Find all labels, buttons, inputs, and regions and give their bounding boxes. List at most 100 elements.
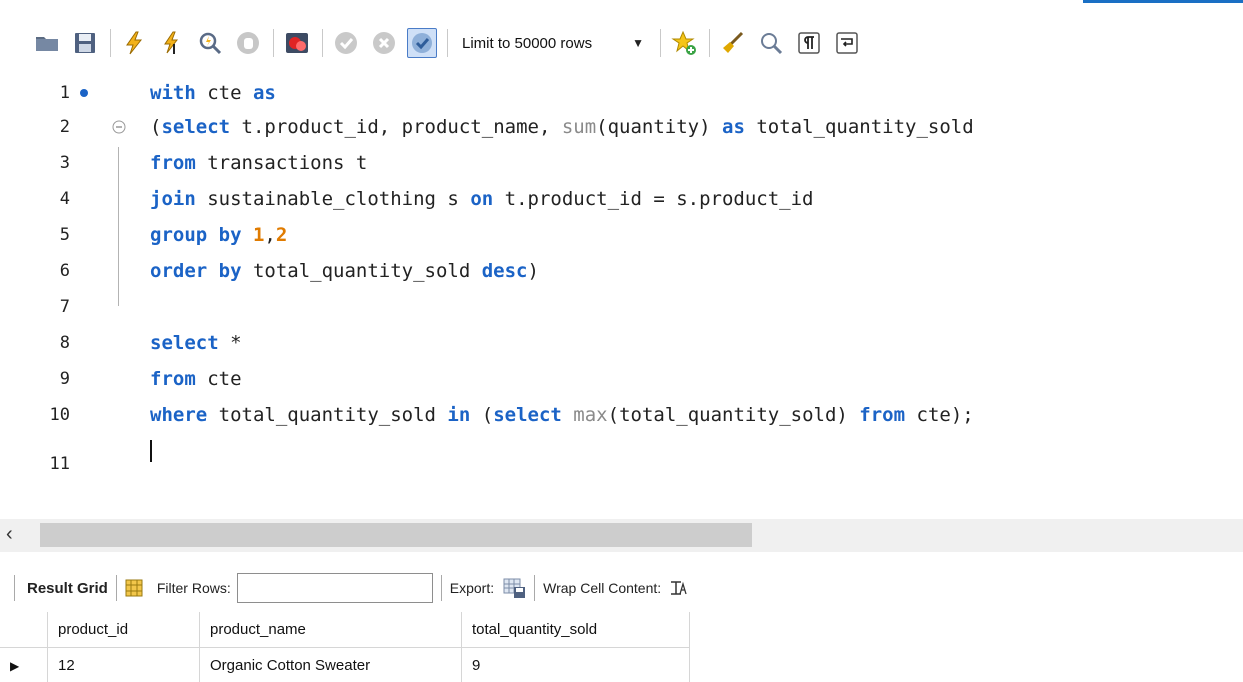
code-line-6: order by total_quantity_sold desc) bbox=[150, 260, 539, 282]
row-pointer: ▶ bbox=[0, 648, 48, 682]
line-number: 1 bbox=[59, 83, 70, 103]
window-top bbox=[0, 0, 1243, 14]
fold-collapse-icon[interactable] bbox=[112, 120, 126, 134]
filter-rows-input[interactable] bbox=[236, 573, 433, 603]
stop-on-error-icon bbox=[286, 33, 308, 53]
table-cell[interactable]: 12 bbox=[48, 648, 200, 682]
chevron-down-icon: ▼ bbox=[632, 36, 644, 50]
code-line-9: from cte bbox=[150, 368, 242, 390]
magnifier-lightning-icon bbox=[199, 32, 222, 55]
sql-editor[interactable]: 1 with cte as 2 (select t.product_id, pr… bbox=[0, 76, 1243, 512]
check-circle-icon bbox=[335, 32, 357, 54]
result-separator bbox=[534, 575, 536, 601]
code-line-10: where total_quantity_sold in (select max… bbox=[150, 404, 974, 426]
code-line-4: join sustainable_clothing s on t.product… bbox=[150, 188, 814, 210]
editor-line: 11 bbox=[0, 434, 1243, 474]
add-snippet-button[interactable] bbox=[669, 28, 699, 58]
line-number: 3 bbox=[59, 153, 70, 173]
export-icon[interactable] bbox=[502, 576, 526, 600]
statement-marker-icon bbox=[80, 89, 88, 97]
line-number: 5 bbox=[59, 225, 70, 245]
result-separator bbox=[14, 575, 15, 601]
row-pointer-icon: ▶ bbox=[10, 658, 20, 673]
stop-button[interactable] bbox=[233, 28, 263, 58]
beautify-button[interactable] bbox=[718, 28, 748, 58]
result-grid: product_id product_name total_quantity_s… bbox=[0, 612, 700, 682]
result-grid-tab[interactable]: Result Grid bbox=[27, 580, 108, 597]
editor-line: 10 where total_quantity_sold in (select … bbox=[0, 398, 1243, 432]
column-header[interactable]: product_name bbox=[200, 612, 462, 648]
filter-rows-label: Filter Rows: bbox=[156, 580, 231, 596]
rollback-button[interactable] bbox=[369, 28, 399, 58]
row-header-corner bbox=[0, 612, 48, 648]
code-line-2: (select t.product_id, product_name, sum(… bbox=[150, 116, 974, 138]
code-line-8: select * bbox=[150, 332, 242, 354]
active-tab-accent bbox=[1083, 0, 1243, 3]
explain-button[interactable] bbox=[195, 28, 225, 58]
search-icon bbox=[760, 33, 783, 55]
grid-view-icon[interactable] bbox=[125, 579, 143, 597]
line-number: 7 bbox=[59, 297, 70, 317]
save-button[interactable] bbox=[70, 28, 100, 58]
line-number: 2 bbox=[59, 117, 70, 137]
folder-icon bbox=[36, 37, 58, 51]
wrap-icon bbox=[836, 32, 858, 54]
x-circle-icon bbox=[373, 32, 395, 54]
editor-line: 4 join sustainable_clothing s on t.produ… bbox=[0, 182, 1243, 216]
autocommit-icon bbox=[412, 33, 432, 53]
scrollbar-thumb[interactable] bbox=[40, 523, 752, 547]
broom-icon bbox=[722, 31, 744, 53]
header-row: product_id product_name total_quantity_s… bbox=[0, 612, 700, 648]
line-number: 6 bbox=[59, 261, 70, 281]
editor-line: 3 from transactions t bbox=[0, 146, 1243, 180]
editor-line: 6 order by total_quantity_sold desc) bbox=[0, 254, 1243, 288]
line-number: 8 bbox=[59, 333, 70, 353]
invisible-chars-toggle[interactable] bbox=[794, 28, 824, 58]
scroll-left-icon[interactable]: ‹ bbox=[6, 523, 13, 546]
result-separator bbox=[440, 575, 442, 601]
line-number: 10 bbox=[49, 405, 70, 425]
star-plus-icon bbox=[671, 30, 696, 55]
execute-button[interactable] bbox=[119, 28, 149, 58]
table-cell[interactable]: 9 bbox=[462, 648, 690, 682]
editor-line: 2 (select t.product_id, product_name, su… bbox=[0, 110, 1243, 144]
limit-rows-dropdown[interactable]: Limit to 50000 rows ▼ bbox=[456, 28, 650, 58]
commit-button[interactable] bbox=[331, 28, 361, 58]
wrap-cell-content-label: Wrap Cell Content: bbox=[543, 580, 662, 596]
editor-line: 5 group by 1,2 bbox=[0, 218, 1243, 252]
column-header[interactable]: product_id bbox=[48, 612, 200, 648]
line-number: 11 bbox=[49, 454, 70, 474]
open-file-button[interactable] bbox=[32, 28, 62, 58]
editor-line: 9 from cte bbox=[0, 362, 1243, 396]
sql-editor-toolbar: Limit to 50000 rows ▼ bbox=[0, 16, 1243, 70]
pilcrow-icon bbox=[798, 32, 820, 54]
execute-current-button[interactable] bbox=[157, 28, 187, 58]
toolbar-separator bbox=[447, 29, 448, 57]
editor-line: 1 with cte as bbox=[0, 76, 1243, 110]
limit-rows-label: Limit to 50000 rows bbox=[462, 34, 593, 52]
code-line-1: with cte as bbox=[150, 82, 276, 104]
line-number: 9 bbox=[59, 369, 70, 389]
hand-stop-icon bbox=[237, 32, 259, 54]
line-number: 4 bbox=[59, 189, 70, 209]
table-row[interactable]: ▶ 12 Organic Cotton Sweater 9 bbox=[0, 648, 700, 682]
column-header[interactable]: total_quantity_sold bbox=[462, 612, 690, 648]
toolbar-separator bbox=[273, 29, 274, 57]
horizontal-scrollbar[interactable]: ‹ bbox=[0, 519, 1243, 552]
stop-on-error-toggle[interactable] bbox=[282, 28, 312, 58]
save-icon bbox=[75, 33, 95, 53]
autocommit-toggle[interactable] bbox=[407, 28, 437, 58]
editor-line: 7 bbox=[0, 290, 1243, 324]
toolbar-separator bbox=[110, 29, 111, 57]
find-button[interactable] bbox=[756, 28, 786, 58]
wrap-cell-icon[interactable] bbox=[669, 579, 687, 597]
result-toolbar: Result Grid Filter Rows: Export: Wrap Ce… bbox=[0, 568, 1243, 608]
code-line-5: group by 1,2 bbox=[150, 224, 288, 246]
lightning-cursor-icon bbox=[164, 31, 179, 54]
word-wrap-toggle[interactable] bbox=[832, 28, 862, 58]
toolbar-separator bbox=[322, 29, 323, 57]
toolbar-separator bbox=[708, 29, 710, 57]
result-separator bbox=[115, 575, 117, 601]
table-cell[interactable]: Organic Cotton Sweater bbox=[200, 648, 462, 682]
lightning-icon bbox=[126, 31, 143, 55]
